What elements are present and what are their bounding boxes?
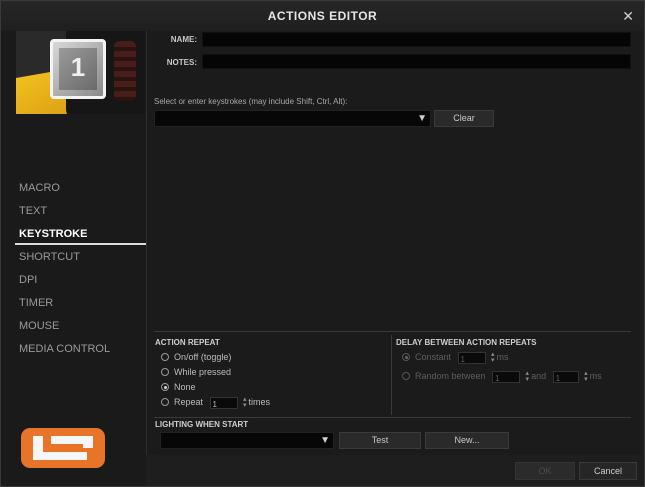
repeat-count-stepper[interactable]: 1 ▴ ▾ — [209, 396, 247, 409]
name-label: NAME: — [170, 35, 197, 44]
lighting-combobox[interactable]: ▼ — [160, 432, 334, 449]
name-input[interactable] — [202, 32, 631, 47]
lighting-value — [161, 438, 165, 448]
nav-item-timer[interactable]: TIMER — [1, 296, 146, 319]
nav-item-keystroke[interactable]: KEYSTROKE — [1, 227, 146, 250]
device-key: 1 — [50, 39, 106, 99]
cancel-button[interactable]: Cancel — [579, 462, 637, 480]
close-icon[interactable]: ✕ — [622, 8, 634, 24]
nav-item-text[interactable]: TEXT — [1, 204, 146, 227]
new-lighting-button[interactable]: New... — [425, 432, 509, 449]
radio-none[interactable]: None — [161, 381, 196, 393]
notes-input[interactable] — [202, 54, 631, 69]
brand-logo-icon — [21, 428, 105, 468]
nav-item-macro[interactable]: MACRO — [1, 181, 146, 204]
nav-item-media-control[interactable]: MEDIA CONTROL — [1, 342, 146, 365]
radio-constant-delay[interactable]: Constant 1 ▴ ▾ ms — [402, 351, 509, 364]
keystroke-label: Select or enter keystrokes (may include … — [154, 97, 348, 106]
clear-button[interactable]: Clear — [434, 110, 494, 127]
window-title: ACTIONS EDITOR — [267, 9, 378, 23]
constant-delay-stepper[interactable]: 1 ▴ ▾ — [457, 351, 495, 364]
random-max-stepper[interactable]: 1 ▴ ▾ — [552, 370, 588, 383]
main-panel: NAME: NOTES: Select or enter keystrokes … — [146, 31, 642, 455]
radio-toggle[interactable]: On/off (toggle) — [161, 351, 231, 363]
keystroke-value — [155, 116, 159, 126]
radio-button[interactable] — [161, 398, 169, 406]
action-repeat-title: ACTION REPEAT — [155, 338, 220, 347]
nav-item-dpi[interactable]: DPI — [1, 273, 146, 296]
stepper-arrows-icon[interactable]: ▴ ▾ — [526, 370, 530, 383]
lighting-title: LIGHTING WHEN START — [155, 420, 249, 429]
device-key-preview: 1 — [16, 31, 145, 114]
radio-button[interactable] — [161, 368, 169, 376]
actions-editor-window: ACTIONS EDITOR ✕ 1 MACRO TEXT KEYSTROKE … — [0, 0, 645, 487]
stepper-arrows-icon[interactable]: ▴ ▾ — [584, 370, 588, 383]
chevron-down-icon[interactable]: ▼ — [417, 113, 427, 124]
radio-button[interactable] — [402, 372, 410, 380]
radio-button-checked[interactable] — [161, 383, 169, 391]
stepper-arrows-icon[interactable]: ▴ ▾ — [491, 351, 495, 364]
test-button[interactable]: Test — [339, 432, 421, 449]
radio-button[interactable] — [161, 353, 169, 361]
radio-random-delay[interactable]: Random between 1 ▴ ▾ and 1 ▴ ▾ ms — [402, 370, 602, 383]
ok-button[interactable]: OK — [515, 462, 575, 480]
device-key-number: 1 — [70, 52, 86, 82]
action-type-nav: MACRO TEXT KEYSTROKE SHORTCUT DPI TIMER … — [1, 181, 146, 365]
nav-item-mouse[interactable]: MOUSE — [1, 319, 146, 342]
section-vertical-divider — [391, 335, 392, 415]
title-bar: ACTIONS EDITOR ✕ — [1, 1, 644, 31]
stepper-arrows-icon[interactable]: ▴ ▾ — [243, 396, 247, 409]
section-divider — [154, 417, 631, 418]
nav-item-shortcut[interactable]: SHORTCUT — [1, 250, 146, 273]
radio-while-pressed[interactable]: While pressed — [161, 366, 231, 378]
keystroke-combobox[interactable]: ▼ — [154, 110, 431, 127]
delay-title: DELAY BETWEEN ACTION REPEATS — [396, 338, 537, 347]
section-divider — [154, 331, 631, 332]
random-min-stepper[interactable]: 1 ▴ ▾ — [492, 370, 529, 383]
device-grip — [114, 41, 136, 101]
radio-button-checked[interactable] — [402, 353, 410, 361]
left-panel: 1 MACRO TEXT KEYSTROKE SHORTCUT DPI TIME… — [1, 31, 146, 486]
radio-repeat[interactable]: Repeat 1 ▴ ▾ times — [161, 396, 270, 409]
notes-label: NOTES: — [166, 58, 197, 67]
chevron-down-icon[interactable]: ▼ — [320, 435, 330, 446]
